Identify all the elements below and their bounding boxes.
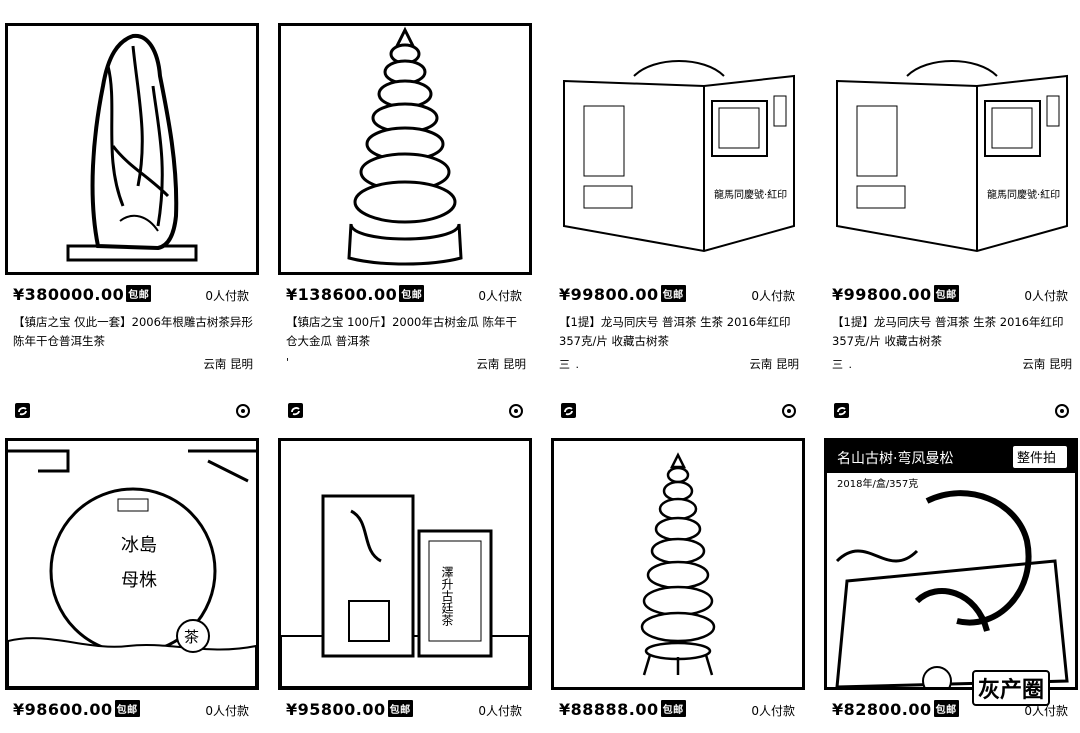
free-shipping-badge: 包邮 bbox=[660, 700, 686, 717]
box-label: 龍馬同慶號·紅印 bbox=[714, 188, 787, 201]
location: 云南 昆明 bbox=[749, 357, 799, 371]
price-row: ¥380000.00 包邮 0人付款 bbox=[13, 285, 259, 309]
tag-marks: ' bbox=[286, 356, 291, 369]
meta-row: 云南 昆明 bbox=[13, 356, 253, 374]
premium-pack-image: 名山古树·弯凤曼松 整件拍 2018年/盒/357克 bbox=[827, 441, 1075, 687]
free-shipping-badge: 包邮 bbox=[660, 285, 686, 302]
more-options-icon[interactable] bbox=[508, 403, 524, 419]
free-shipping-badge: 包邮 bbox=[933, 700, 959, 717]
cake-label-line2: 母株 bbox=[121, 570, 157, 591]
paid-count: 0人付款 bbox=[1024, 289, 1068, 303]
product-price: ¥95800.00 包邮 bbox=[286, 700, 413, 719]
root-carving-image bbox=[66, 33, 198, 262]
price-row: ¥99800.00 包邮 0人付款 bbox=[559, 285, 805, 309]
product-price: ¥82800.00 包邮 bbox=[832, 700, 959, 719]
location: 云南 昆明 bbox=[203, 357, 253, 371]
shop-icon[interactable] bbox=[288, 403, 303, 418]
more-options-icon[interactable] bbox=[1054, 403, 1070, 419]
box-vertical-label: 澤升古廷茶 bbox=[440, 566, 454, 626]
product-title[interactable]: 【镇店之宝 仅此一套】2006年根雕古树茶异形陈年干仓普洱生茶 bbox=[13, 313, 253, 351]
box-label: 龍馬同慶號·紅印 bbox=[987, 188, 1060, 201]
tag-marks: 三 . bbox=[559, 358, 580, 371]
product-image[interactable] bbox=[5, 23, 259, 275]
meta-row: ' 云南 昆明 bbox=[286, 356, 526, 374]
more-options-icon[interactable] bbox=[235, 403, 251, 419]
paid-count: 0人付款 bbox=[478, 704, 522, 718]
gift-box-image: 龍馬同慶號·紅印 bbox=[563, 60, 795, 253]
product-image[interactable]: 龍馬同慶號·紅印 bbox=[551, 23, 805, 275]
product-title[interactable]: 【1提】龙马同庆号 普洱茶 生茶 2016年红印 357克/片 收藏古树茶 bbox=[832, 313, 1072, 351]
product-image[interactable]: 冰島 母株 茶 bbox=[5, 438, 259, 690]
icon-row bbox=[561, 403, 797, 421]
cake-seal-char: 茶 bbox=[184, 628, 199, 646]
tag-marks: 三 . bbox=[832, 358, 853, 371]
product-price: ¥98600.00 包邮 bbox=[13, 700, 140, 719]
product-image[interactable]: 龍馬同慶號·紅印 bbox=[824, 23, 1078, 275]
whole-lot-tag: 整件拍 bbox=[1017, 451, 1056, 466]
shop-icon[interactable] bbox=[15, 403, 30, 418]
icon-row bbox=[288, 403, 524, 421]
tea-pagoda-small-image bbox=[640, 452, 716, 676]
meta-row: 三 . 云南 昆明 bbox=[832, 356, 1072, 374]
tea-pagoda-image bbox=[347, 26, 463, 266]
product-image[interactable]: 名山古树·弯凤曼松 整件拍 2018年/盒/357克 bbox=[824, 438, 1078, 690]
price-row: ¥138600.00 包邮 0人付款 bbox=[286, 285, 532, 309]
product-title[interactable]: 【1提】龙马同庆号 普洱茶 生茶 2016年红印 357克/片 收藏古树茶 bbox=[559, 313, 799, 351]
watermark: 灰产圈 bbox=[971, 670, 1050, 706]
product-grid: ¥380000.00 包邮 0人付款 【镇店之宝 仅此一套】2006年根雕古树茶异… bbox=[0, 0, 1080, 733]
product-price: ¥138600.00 包邮 bbox=[286, 285, 425, 304]
gift-box-image: 龍馬同慶號·紅印 bbox=[836, 60, 1068, 253]
location: 云南 昆明 bbox=[1022, 357, 1072, 371]
shop-icon[interactable] bbox=[561, 403, 576, 418]
price-row: ¥98600.00 包邮 0人付款 bbox=[13, 700, 259, 724]
free-shipping-badge: 包邮 bbox=[387, 700, 413, 717]
paid-count: 0人付款 bbox=[751, 289, 795, 303]
price-row: ¥99800.00 包邮 0人付款 bbox=[832, 285, 1078, 309]
icon-row bbox=[834, 403, 1070, 421]
cake-label-line1: 冰島 bbox=[121, 535, 157, 556]
meta-row: 三 . 云南 昆明 bbox=[559, 356, 799, 374]
paid-count: 0人付款 bbox=[751, 704, 795, 718]
price-row: ¥95800.00 包邮 0人付款 bbox=[286, 700, 532, 724]
product-price: ¥88888.00 包邮 bbox=[559, 700, 686, 719]
product-image[interactable]: 澤升古廷茶 bbox=[278, 438, 532, 690]
product-price: ¥99800.00 包邮 bbox=[832, 285, 959, 304]
product-price: ¥380000.00 包邮 bbox=[13, 285, 152, 304]
price-row: ¥88888.00 包邮 0人付款 bbox=[559, 700, 805, 724]
more-options-icon[interactable] bbox=[781, 403, 797, 419]
paid-count: 0人付款 bbox=[478, 289, 522, 303]
tea-cake-image: 冰島 母株 茶 bbox=[8, 449, 256, 687]
location: 云南 昆明 bbox=[476, 357, 526, 371]
tea-boxes-image: 澤升古廷茶 bbox=[281, 494, 529, 687]
paid-count: 0人付款 bbox=[205, 704, 249, 718]
banner-title: 名山古树·弯凤曼松 bbox=[837, 450, 953, 467]
free-shipping-badge: 包邮 bbox=[126, 285, 152, 302]
free-shipping-badge: 包邮 bbox=[114, 700, 140, 717]
free-shipping-badge: 包邮 bbox=[933, 285, 959, 302]
free-shipping-badge: 包邮 bbox=[399, 285, 425, 302]
paid-count: 0人付款 bbox=[205, 289, 249, 303]
product-image[interactable] bbox=[551, 438, 805, 690]
product-price: ¥99800.00 包邮 bbox=[559, 285, 686, 304]
product-image[interactable] bbox=[278, 23, 532, 275]
icon-row bbox=[15, 403, 251, 421]
product-title[interactable]: 【镇店之宝 100斤】2000年古树金瓜 陈年干仓大金瓜 普洱茶 bbox=[286, 313, 526, 351]
spec-line: 2018年/盒/357克 bbox=[837, 477, 918, 490]
shop-icon[interactable] bbox=[834, 403, 849, 418]
